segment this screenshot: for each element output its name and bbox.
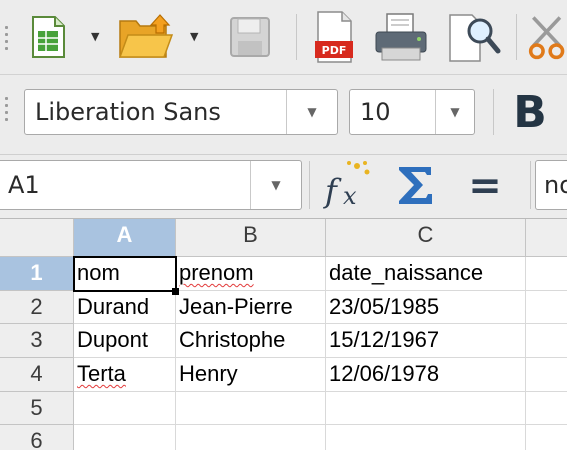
sum-button[interactable] <box>388 157 442 213</box>
formatting-toolbar: Liberation Sans ▼ 10 ▼ B <box>0 75 567 155</box>
cell-text: Jean-Pierre <box>179 294 293 319</box>
spreadsheet-icon <box>32 16 65 58</box>
cell-text: prenom <box>179 260 254 285</box>
export-pdf-button[interactable]: PDF <box>313 10 355 64</box>
save-button[interactable] <box>226 13 274 61</box>
cell-d5[interactable] <box>526 392 567 425</box>
pdf-label: PDF <box>322 44 347 57</box>
print-button[interactable] <box>372 10 430 64</box>
cell-text: Christophe <box>179 327 286 352</box>
new-spreadsheet-button[interactable] <box>28 13 68 61</box>
row-header-1[interactable]: 1 <box>0 257 74 291</box>
name-box-value[interactable]: A1 <box>8 161 40 209</box>
row-header-2[interactable]: 2 <box>0 291 74 324</box>
cell-text: 12/06/1978 <box>329 361 440 386</box>
cell-text: Henry <box>179 361 238 386</box>
toolbar-grip[interactable] <box>5 26 9 54</box>
cell-b3[interactable]: Christophe <box>176 324 326 358</box>
formula-bar: A1 ▼ f x = nom <box>0 155 567 219</box>
cell-c6[interactable] <box>326 425 526 450</box>
select-all-corner[interactable] <box>0 219 74 257</box>
name-box[interactable]: A1 ▼ <box>0 160 302 210</box>
column-header-c[interactable]: C <box>326 219 526 257</box>
formula-input[interactable]: nom <box>535 160 567 210</box>
row-header-4[interactable]: 4 <box>0 358 74 392</box>
cell-text: Durand <box>77 294 150 319</box>
open-dropdown-arrow[interactable]: ▼ <box>190 31 198 42</box>
formula-button[interactable]: = <box>460 161 510 211</box>
cell-b2[interactable]: Jean-Pierre <box>176 291 326 324</box>
row-header-6[interactable]: 6 <box>0 425 74 450</box>
cell-a4[interactable]: Terta <box>74 358 176 392</box>
standard-toolbar: ▼ ▼ PDF <box>0 0 567 75</box>
name-box-dropdown-arrow[interactable]: ▼ <box>250 161 301 209</box>
cell-d6[interactable] <box>526 425 567 450</box>
new-dropdown-arrow[interactable]: ▼ <box>91 31 99 42</box>
cell-b6[interactable] <box>176 425 326 450</box>
cell-d2[interactable] <box>526 291 567 324</box>
column-header-d[interactable] <box>526 219 567 257</box>
toolbar-separator <box>296 14 297 60</box>
cell-a3[interactable]: Dupont <box>74 324 176 358</box>
row-header-5[interactable]: 5 <box>0 392 74 425</box>
printer-icon <box>375 13 427 61</box>
save-icon <box>230 17 270 57</box>
row-header-3[interactable]: 3 <box>0 324 74 358</box>
column-header-a[interactable]: A <box>74 219 176 257</box>
pdf-icon: PDF <box>315 11 353 63</box>
cell-text: date_naissance <box>329 260 484 285</box>
cell-a2[interactable]: Durand <box>74 291 176 324</box>
cell-text: Dupont <box>77 327 148 352</box>
font-name-combobox[interactable]: Liberation Sans ▼ <box>24 89 338 135</box>
svg-text:f: f <box>323 172 342 210</box>
bold-button[interactable]: B <box>508 85 552 139</box>
autofill-handle[interactable] <box>172 288 179 295</box>
cell-c5[interactable] <box>326 392 526 425</box>
font-name-dropdown-arrow[interactable]: ▼ <box>286 90 337 134</box>
cell-d1[interactable] <box>526 257 567 291</box>
cell-a6[interactable] <box>74 425 176 450</box>
toolbar-separator <box>530 161 531 209</box>
font-size-value[interactable]: 10 <box>360 90 391 134</box>
font-size-combobox[interactable]: 10 ▼ <box>349 89 475 135</box>
column-header-b[interactable]: B <box>176 219 326 257</box>
cell-text: 15/12/1967 <box>329 327 440 352</box>
cell-c2[interactable]: 23/05/1985 <box>326 291 526 324</box>
cut-button[interactable] <box>528 10 567 64</box>
spreadsheet-grid: A B C 1 2 3 4 5 6 nom prenom date_naissa… <box>0 219 567 450</box>
cell-text: Terta <box>77 361 126 386</box>
cell-d4[interactable] <box>526 358 567 392</box>
scissors-icon <box>528 16 565 60</box>
folder-open-icon <box>118 14 174 58</box>
cell-text: 23/05/1985 <box>329 294 440 319</box>
cell-c4[interactable]: 12/06/1978 <box>326 358 526 392</box>
toolbar-separator <box>309 161 310 209</box>
cell-b5[interactable] <box>176 392 326 425</box>
cell-a1[interactable]: nom <box>74 257 176 291</box>
font-name-value[interactable]: Liberation Sans <box>35 90 221 134</box>
sigma-icon <box>399 167 432 204</box>
open-button[interactable] <box>116 10 176 62</box>
cell-b1[interactable]: prenom <box>176 257 326 291</box>
print-preview-icon <box>449 14 501 62</box>
cell-c1[interactable]: date_naissance <box>326 257 526 291</box>
formula-input-value[interactable]: nom <box>544 161 567 209</box>
fx-icon: f x <box>323 161 370 210</box>
toolbar-grip[interactable] <box>5 97 9 125</box>
toolbar-separator <box>516 14 517 60</box>
print-preview-button[interactable] <box>446 10 502 64</box>
cell-a5[interactable] <box>74 392 176 425</box>
cell-d3[interactable] <box>526 324 567 358</box>
font-size-dropdown-arrow[interactable]: ▼ <box>435 90 474 134</box>
function-wizard-button[interactable]: f x <box>318 157 374 213</box>
cell-b4[interactable]: Henry <box>176 358 326 392</box>
toolbar-separator <box>493 89 494 135</box>
svg-text:x: x <box>343 182 357 210</box>
cell-text: nom <box>77 260 120 285</box>
cell-c3[interactable]: 15/12/1967 <box>326 324 526 358</box>
